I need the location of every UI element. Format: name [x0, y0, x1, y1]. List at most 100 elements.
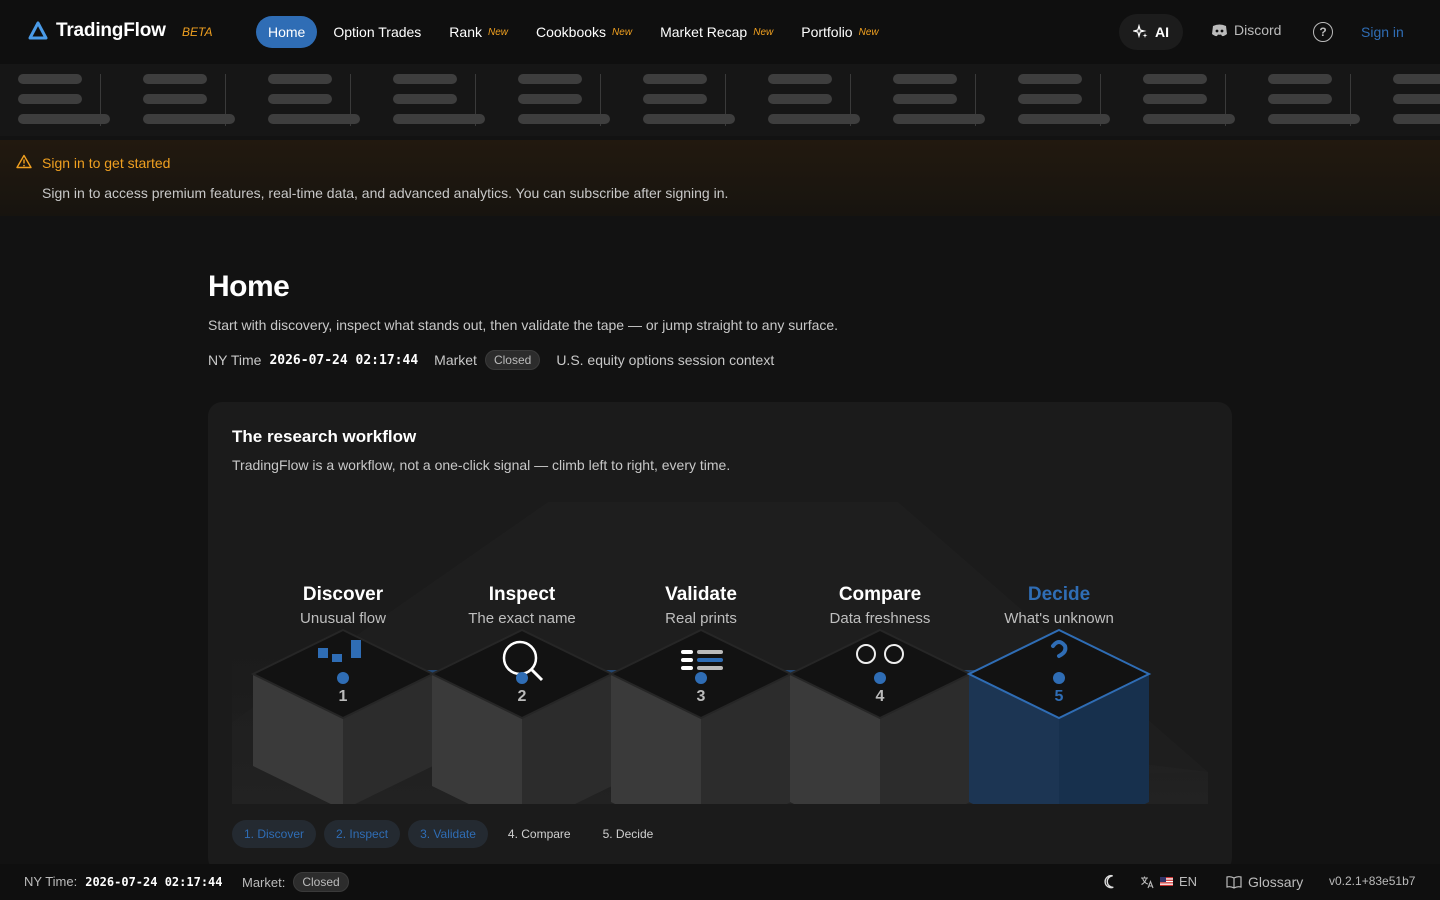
- step-dot: [874, 672, 886, 684]
- skeleton-bar: [1268, 94, 1332, 104]
- step-number: 3: [697, 688, 706, 705]
- ticker-placeholder: [476, 74, 610, 126]
- logo-icon: [28, 21, 48, 40]
- nav-portfolio[interactable]: Portfolio New: [789, 16, 890, 48]
- theme-toggle[interactable]: [1104, 874, 1120, 890]
- step-name: Compare: [838, 584, 922, 605]
- step-number: 1: [339, 688, 348, 705]
- workflow-subtitle: TradingFlow is a workflow, not a one-cli…: [232, 457, 731, 473]
- ticker-placeholder: [1101, 74, 1235, 126]
- skeleton-bar: [393, 114, 485, 124]
- skeleton-bar: [1018, 74, 1082, 84]
- ticker-strip: [0, 64, 1440, 136]
- step-description: Data freshness: [829, 610, 931, 627]
- nav-option-trades[interactable]: Option Trades: [321, 16, 433, 48]
- new-badge: New: [858, 26, 879, 38]
- nav-home[interactable]: Home: [256, 16, 318, 48]
- skeleton-bar: [643, 114, 735, 124]
- step-name: Decide: [1027, 584, 1091, 605]
- skeleton-bar: [768, 74, 832, 84]
- skeleton-bar: [1143, 94, 1207, 104]
- chip-validate[interactable]: 3. Validate: [408, 820, 488, 848]
- step-name: Discover: [302, 584, 384, 605]
- ticker-placeholder: [351, 74, 485, 126]
- top-nav: TradingFlow BETA Home Option Trades Rank…: [0, 0, 1440, 64]
- step-description: What's unknown: [1004, 610, 1114, 627]
- new-badge: New: [612, 26, 633, 38]
- skeleton-bar: [143, 94, 207, 104]
- chip-compare[interactable]: 4. Compare: [496, 820, 583, 848]
- skeleton-bar: [393, 74, 457, 84]
- new-badge: New: [487, 26, 508, 38]
- chip-decide[interactable]: 5. Decide: [591, 820, 666, 848]
- ticker-placeholder: [0, 74, 110, 126]
- skeleton-bar: [643, 94, 707, 104]
- skeleton-bar: [518, 74, 582, 84]
- warning-icon: [16, 154, 32, 169]
- alert-body: Sign in to access premium features, real…: [42, 185, 729, 201]
- moon-icon: [1104, 874, 1114, 889]
- language-code: EN: [1179, 874, 1198, 889]
- list-icon: [681, 650, 723, 670]
- skeleton-bar: [893, 94, 957, 104]
- footer-ny-time-value: 2026-07-24 02:17:44: [85, 874, 223, 889]
- skeleton-bar: [393, 94, 457, 104]
- skeleton-bar: [268, 74, 332, 84]
- workflow-stage: 1 2 3 4 5 Discover Unusual flow Inspect The exa…: [208, 482, 1232, 804]
- ticker-placeholder: [976, 74, 1110, 126]
- translate-icon: [1141, 876, 1154, 888]
- brand-name: TradingFlow: [56, 20, 166, 41]
- ticker-placeholder: [726, 74, 860, 126]
- chip-discover[interactable]: 1. Discover: [232, 820, 317, 848]
- skeleton-bar: [1268, 74, 1332, 84]
- help-icon[interactable]: ?: [1313, 22, 1333, 42]
- nav-links: Home Option Trades Rank New Cookbooks New …: [256, 16, 895, 48]
- session-meta: NY Time 2026-07-24 02:17:44 Market Close…: [208, 350, 774, 370]
- market-status-badge: Closed: [484, 350, 541, 370]
- brand-logo[interactable]: TradingFlow: [28, 20, 166, 42]
- workflow-illustration: 1 2 3 4 5: [232, 502, 1208, 804]
- skeleton-bar: [893, 114, 985, 124]
- nav-rank[interactable]: Rank New: [437, 16, 520, 48]
- step-number: 2: [518, 688, 527, 705]
- chip-inspect[interactable]: 2. Inspect: [324, 820, 401, 848]
- sparkle-icon: [1133, 24, 1148, 39]
- session-context: U.S. equity options session context: [556, 352, 775, 368]
- nav-market-recap[interactable]: Market Recap New: [648, 16, 785, 48]
- step-description: The exact name: [468, 610, 576, 627]
- step-number: 4: [876, 688, 885, 705]
- discord-link[interactable]: Discord: [1211, 22, 1281, 38]
- book-icon: [1226, 876, 1242, 889]
- ticker-placeholder: [226, 74, 360, 126]
- step-number: 5: [1055, 688, 1064, 705]
- skeleton-bar: [768, 94, 832, 104]
- alert-title: Sign in to get started: [42, 155, 171, 171]
- skeleton-bar: [643, 74, 707, 84]
- sign-in-alert: Sign in to get started Sign in to access…: [0, 140, 1440, 216]
- step-description: Real prints: [665, 610, 737, 627]
- skeleton-bar: [1018, 114, 1110, 124]
- skeleton-bar: [268, 114, 360, 124]
- nav-cookbooks[interactable]: Cookbooks New: [524, 16, 644, 48]
- ticker-placeholder: [1351, 74, 1440, 126]
- discord-icon: [1212, 24, 1227, 36]
- glossary-link[interactable]: Glossary: [1226, 874, 1303, 890]
- step-name: Validate: [665, 584, 737, 605]
- workflow-card: The research workflow TradingFlow is a w…: [208, 402, 1232, 872]
- language-switcher[interactable]: EN: [1140, 874, 1197, 889]
- step-dot: [695, 672, 707, 684]
- us-flag-icon: [1160, 877, 1173, 886]
- skeleton-bar: [1393, 114, 1440, 124]
- ticker-placeholder: [101, 74, 235, 126]
- skeleton-bar: [18, 114, 110, 124]
- workflow-chips: 1. Discover 2. Inspect 3. Validate 4. Co…: [232, 820, 665, 848]
- skeleton-bar: [518, 94, 582, 104]
- skeleton-bar: [18, 94, 82, 104]
- skeleton-bar: [893, 74, 957, 84]
- ai-button[interactable]: AI: [1119, 14, 1183, 50]
- step-label-validate: Validate Real prints: [611, 584, 791, 627]
- skeleton-bar: [143, 74, 207, 84]
- step-name: Inspect: [488, 584, 556, 605]
- skeleton-bar: [518, 114, 610, 124]
- sign-in-link[interactable]: Sign in: [1361, 24, 1404, 40]
